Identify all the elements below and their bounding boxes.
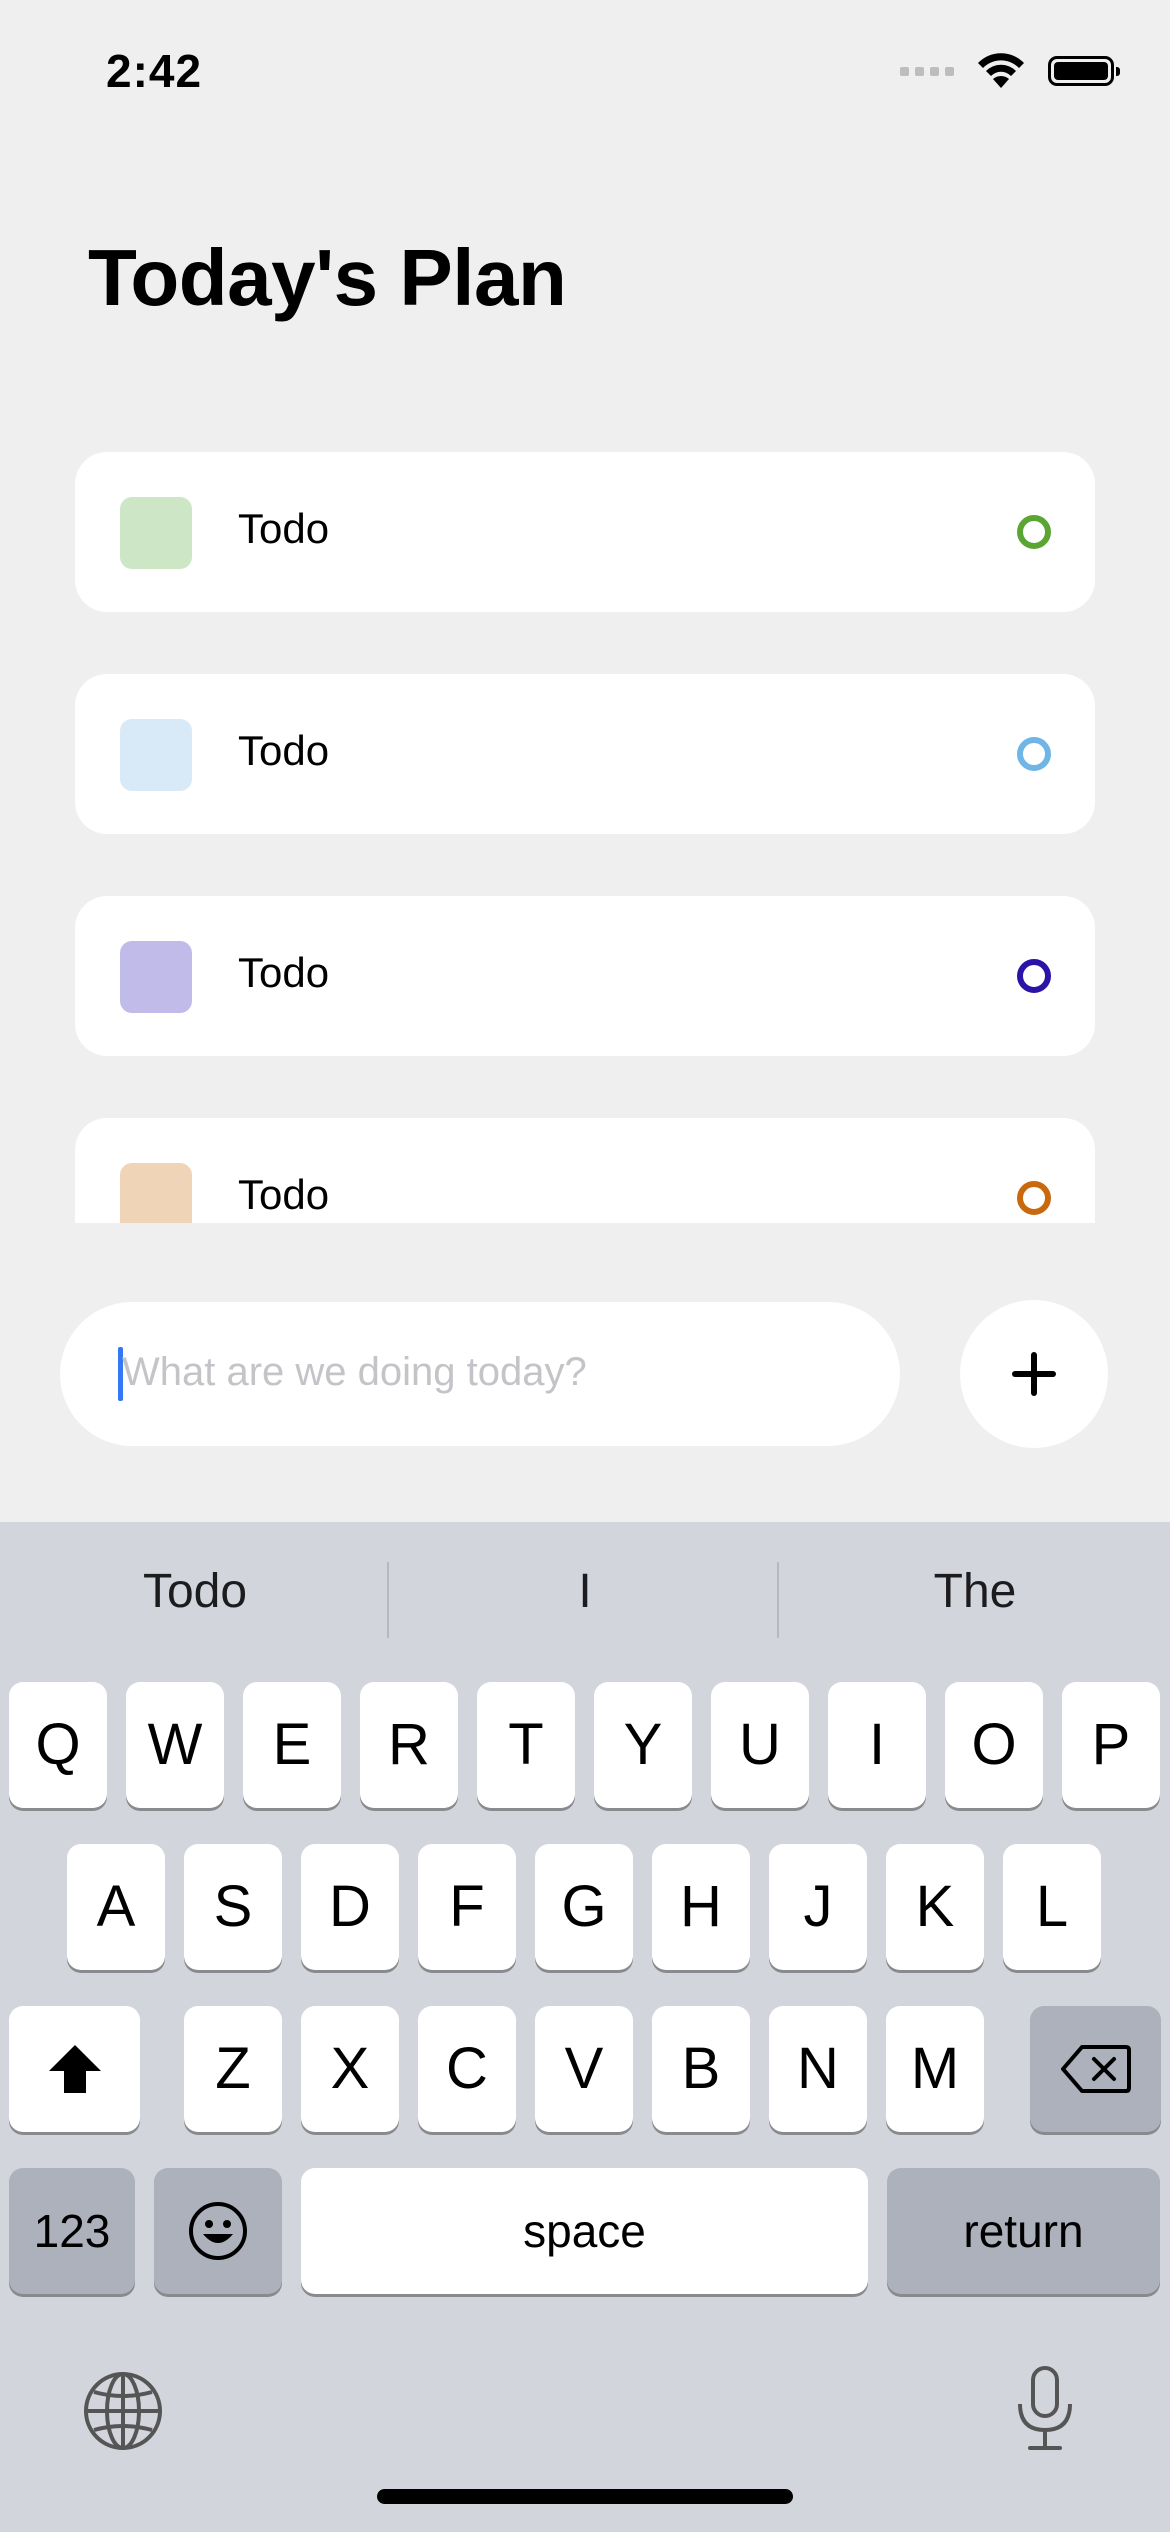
key[interactable]: K <box>886 1844 984 1970</box>
key[interactable]: N <box>769 2006 867 2132</box>
key[interactable]: Y <box>594 1682 692 1808</box>
key[interactable]: X <box>301 2006 399 2132</box>
suggestion-divider <box>777 1562 779 1638</box>
todo-label: Todo <box>238 1171 330 1218</box>
home-indicator <box>377 2489 793 2504</box>
key[interactable]: B <box>652 2006 750 2132</box>
cellular-signal-icon <box>900 66 954 76</box>
key[interactable]: W <box>126 1682 224 1808</box>
shift-icon <box>48 2045 101 2093</box>
emoji-key[interactable] <box>154 2168 282 2294</box>
todo-color-swatch <box>120 941 192 1013</box>
key[interactable]: V <box>535 2006 633 2132</box>
key[interactable]: I <box>828 1682 926 1808</box>
key[interactable]: U <box>711 1682 809 1808</box>
key[interactable]: F <box>418 1844 516 1970</box>
wifi-icon <box>978 53 1024 88</box>
key[interactable]: O <box>945 1682 1043 1808</box>
add-todo-button[interactable] <box>960 1300 1108 1448</box>
todo-list[interactable]: Todo Todo Todo Todo <box>75 452 1095 1223</box>
todo-color-swatch <box>120 719 192 791</box>
delete-key[interactable] <box>1030 2006 1161 2132</box>
return-key[interactable]: return <box>887 2168 1160 2294</box>
suggestion-3[interactable]: The <box>780 1564 1170 1619</box>
key[interactable]: L <box>1003 1844 1101 1970</box>
key[interactable]: T <box>477 1682 575 1808</box>
status-time: 2:42 <box>106 45 203 97</box>
space-key[interactable]: space <box>301 2168 868 2294</box>
key[interactable]: P <box>1062 1682 1160 1808</box>
todo-color-swatch <box>120 497 192 569</box>
key[interactable]: Q <box>9 1682 107 1808</box>
input-placeholder: What are we doing today? <box>122 1350 587 1394</box>
todo-checkbox[interactable] <box>1017 515 1051 549</box>
key[interactable]: C <box>418 2006 516 2132</box>
todo-item[interactable]: Todo <box>75 896 1095 1056</box>
todo-checkbox[interactable] <box>1017 959 1051 993</box>
todo-label: Todo <box>238 949 330 996</box>
key[interactable]: A <box>67 1844 165 1970</box>
key[interactable]: H <box>652 1844 750 1970</box>
suggestion-2[interactable]: I <box>390 1564 780 1619</box>
status-icons <box>900 52 1120 90</box>
suggestion-divider <box>387 1562 389 1638</box>
microphone-icon[interactable] <box>1012 2364 1078 2454</box>
todo-label: Todo <box>238 727 330 774</box>
globe-icon[interactable] <box>82 2370 164 2452</box>
key[interactable]: M <box>886 2006 984 2132</box>
suggestion-1[interactable]: Todo <box>0 1564 390 1619</box>
key[interactable]: E <box>243 1682 341 1808</box>
key[interactable]: D <box>301 1844 399 1970</box>
shift-key[interactable] <box>9 2006 140 2132</box>
todo-item[interactable]: Todo <box>75 674 1095 834</box>
todo-item[interactable]: Todo <box>75 452 1095 612</box>
numbers-key[interactable]: 123 <box>9 2168 135 2294</box>
delete-icon <box>1060 2045 1131 2093</box>
key[interactable]: J <box>769 1844 867 1970</box>
todo-item[interactable]: Todo <box>75 1118 1095 1223</box>
key[interactable]: S <box>184 1844 282 1970</box>
todo-checkbox[interactable] <box>1017 1181 1051 1215</box>
emoji-icon <box>189 2202 247 2260</box>
key[interactable]: R <box>360 1682 458 1808</box>
todo-label: Todo <box>238 505 330 552</box>
todo-checkbox[interactable] <box>1017 737 1051 771</box>
todo-color-swatch <box>120 1163 192 1223</box>
key[interactable]: Z <box>184 2006 282 2132</box>
page-title: Today's Plan <box>88 233 567 322</box>
key[interactable]: G <box>535 1844 633 1970</box>
todo-input[interactable]: What are we doing today? <box>60 1302 900 1446</box>
keyboard: Todo I The Q W E R T Y U I O P A S D F G… <box>0 1522 1170 2532</box>
battery-icon <box>1048 56 1120 86</box>
